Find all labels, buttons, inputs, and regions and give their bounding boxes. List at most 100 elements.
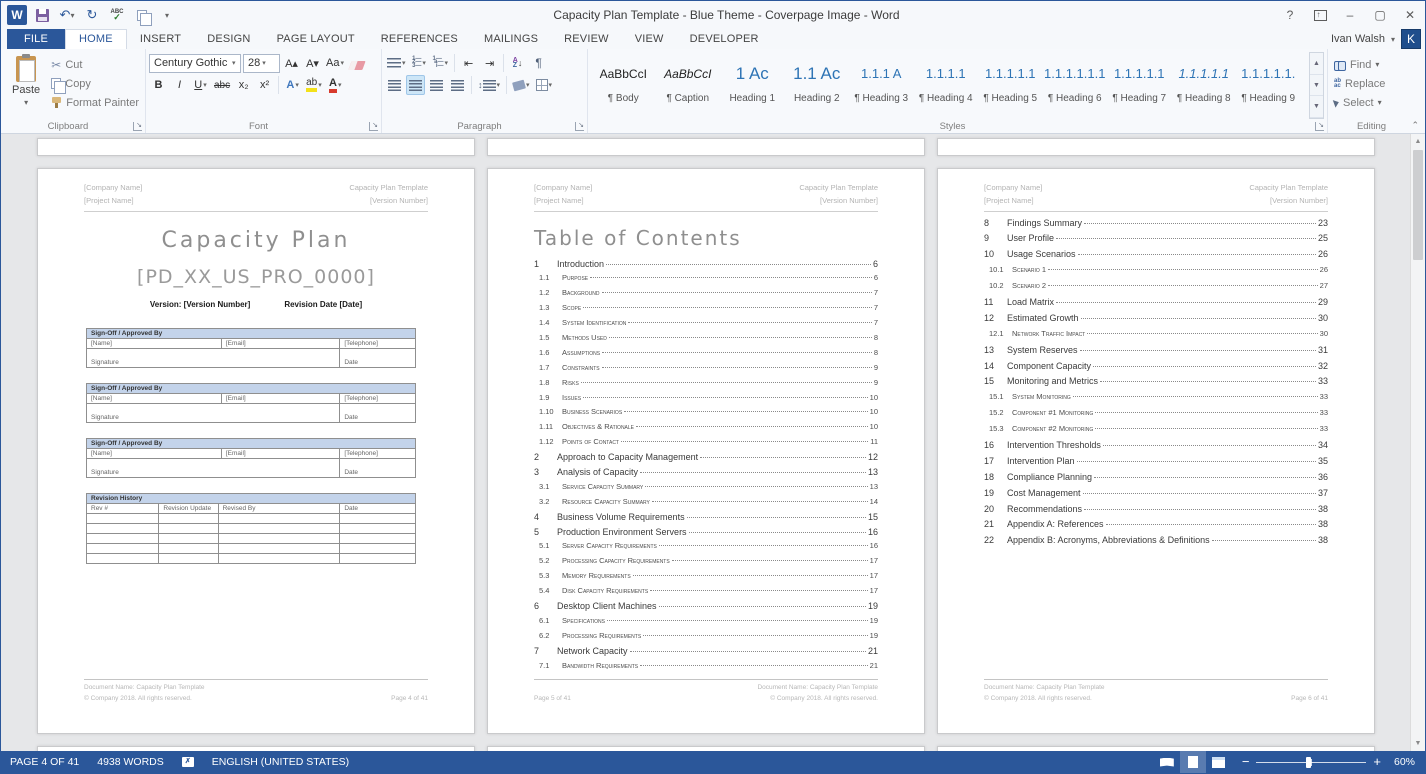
tab-insert[interactable]: INSERT [127,29,194,49]
replace-button[interactable]: abacReplace [1331,75,1422,92]
undo-icon[interactable]: ↶▾ [56,4,78,26]
tab-review[interactable]: REVIEW [551,29,622,49]
grow-font-button[interactable]: A▴ [282,53,301,73]
clear-formatting-button[interactable] [348,53,367,73]
tab-view[interactable]: VIEW [622,29,677,49]
font-size-dropdown-icon[interactable]: ▾ [262,59,266,67]
styles-dialog-launcher-icon[interactable]: ↘ [1315,122,1324,131]
align-right-button[interactable] [427,75,446,95]
align-center-button[interactable] [406,75,425,95]
tab-page-layout[interactable]: PAGE LAYOUT [264,29,368,49]
close-icon[interactable]: ✕ [1395,2,1425,28]
tab-design[interactable]: DESIGN [194,29,263,49]
read-mode-icon[interactable] [1154,751,1180,773]
zoom-slider[interactable] [1256,762,1366,763]
align-left-button[interactable] [385,75,404,95]
tab-references[interactable]: REFERENCES [368,29,471,49]
proofing-status-icon[interactable]: ✗ [173,751,203,773]
decrease-indent-button[interactable]: ⇤ [459,53,478,73]
bullets-button[interactable]: ▾ [385,53,408,73]
page-indicator[interactable]: PAGE 4 OF 41 [1,751,88,773]
bold-button[interactable]: B [149,75,168,95]
save-icon[interactable] [31,4,53,26]
shrink-font-button[interactable]: A▾ [303,53,322,73]
user-dropdown-icon[interactable]: ▾ [1391,35,1395,44]
paragraph-dialog-launcher-icon[interactable]: ↘ [575,122,584,131]
web-layout-icon[interactable] [1206,751,1232,773]
numbering-button[interactable]: 1—2—3—▾ [410,53,429,73]
paste-special-icon[interactable] [131,4,153,26]
scroll-down-icon[interactable]: ▼ [1411,736,1425,751]
show-marks-button[interactable]: ¶ [529,53,548,73]
page-cover[interactable]: [Company Name][Project Name] Capacity Pl… [37,168,475,734]
scroll-up-icon[interactable]: ▲ [1411,134,1425,149]
style-item-heading-7[interactable]: 1.1.1.1.1¶ Heading 7 [1107,54,1172,106]
styles-scroll-down-icon[interactable]: ▼ [1310,75,1323,97]
style-item-heading-8[interactable]: 1.1.1.1.1¶ Heading 8 [1172,54,1237,106]
style-item-heading-2[interactable]: 1.1 AcHeading 2 [785,54,850,106]
tab-developer[interactable]: DEVELOPER [677,29,772,49]
shading-button[interactable]: ▾ [511,75,532,95]
page-toc-1[interactable]: [Company Name][Project Name] Capacity Pl… [487,168,925,734]
scrollbar-thumb[interactable] [1413,150,1423,260]
select-button[interactable]: Select▾ [1331,94,1422,111]
justify-button[interactable] [448,75,467,95]
tab-home[interactable]: HOME [65,29,127,49]
zoom-in-icon[interactable]: + [1373,752,1381,772]
style-item-caption[interactable]: AaBbCcI¶ Caption [656,54,721,106]
language-indicator[interactable]: ENGLISH (UNITED STATES) [203,751,358,773]
cut-button[interactable]: ✂Cut [48,56,142,73]
ribbon-display-options-icon[interactable] [1305,2,1335,28]
sort-button[interactable]: AZ↓ [508,53,527,73]
collapse-ribbon-icon[interactable]: ⌃ [1411,120,1419,131]
print-layout-icon[interactable] [1180,751,1206,773]
customize-qat-icon[interactable]: ▾ [156,4,178,26]
font-name-combobox[interactable]: Century Gothic▾ [149,54,241,73]
paste-button[interactable]: Paste ▾ [4,52,48,119]
format-painter-button[interactable]: Format Painter [48,94,142,111]
help-icon[interactable]: ? [1275,2,1305,28]
maximize-icon[interactable]: ▢ [1365,2,1395,28]
strikethrough-button[interactable]: abc [212,75,232,95]
italic-button[interactable]: I [170,75,189,95]
zoom-out-icon[interactable]: − [1242,752,1250,772]
undo-dropdown-icon[interactable]: ▾ [70,11,74,20]
user-account[interactable]: Ivan Walsh ▾ K [1331,29,1421,49]
zoom-percentage[interactable]: 60% [1391,756,1425,768]
avatar[interactable]: K [1401,29,1421,49]
increase-indent-button[interactable]: ⇥ [480,53,499,73]
clipboard-dialog-launcher-icon[interactable]: ↘ [133,122,142,131]
page-toc-2[interactable]: [Company Name][Project Name] Capacity Pl… [937,168,1375,734]
copy-button[interactable]: Copy [48,75,142,92]
style-item-heading-4[interactable]: 1.1.1.1¶ Heading 4 [914,54,979,106]
highlight-color-button[interactable]: ab▾ [304,75,324,95]
style-item-heading-1[interactable]: 1 AcHeading 1 [720,54,785,106]
style-item-heading-5[interactable]: 1.1.1.1.1¶ Heading 5 [978,54,1043,106]
spelling-grammar-icon[interactable]: ABC✓ [106,4,128,26]
subscript-button[interactable]: x₂ [234,75,253,95]
style-item-body[interactable]: AaBbCcI¶ Body [591,54,656,106]
tab-file[interactable]: FILE [7,29,65,49]
zoom-slider-thumb[interactable] [1306,757,1311,768]
font-name-dropdown-icon[interactable]: ▾ [232,59,236,67]
style-item-heading-3[interactable]: 1.1.1 A¶ Heading 3 [849,54,914,106]
word-logo-icon[interactable]: W [6,4,28,26]
styles-scroll-up-icon[interactable]: ▲ [1310,53,1323,75]
paste-dropdown-icon[interactable]: ▾ [24,98,28,107]
font-color-button[interactable]: A▾ [326,75,345,95]
word-count[interactable]: 4938 WORDS [88,751,173,773]
redo-icon[interactable]: ↻ [81,4,103,26]
superscript-button[interactable]: x² [255,75,274,95]
vertical-scrollbar[interactable]: ▲ ▼ [1410,134,1425,751]
font-dialog-launcher-icon[interactable]: ↘ [369,122,378,131]
multilevel-list-button[interactable]: 1— a— i—▾ [431,53,451,73]
underline-button[interactable]: U▾ [191,75,210,95]
style-item-heading-6[interactable]: 1.1.1.1.1.1¶ Heading 6 [1043,54,1108,106]
minimize-icon[interactable]: – [1335,2,1365,28]
styles-gallery-expand-icon[interactable]: ▼ [1310,96,1323,118]
tab-mailings[interactable]: MAILINGS [471,29,551,49]
line-spacing-button[interactable]: ↕▾ [476,75,502,95]
text-effects-button[interactable]: A▾ [283,75,302,95]
style-item-heading-9[interactable]: 1.1.1.1.1.¶ Heading 9 [1236,54,1301,106]
find-button[interactable]: Find▾ [1331,56,1422,73]
